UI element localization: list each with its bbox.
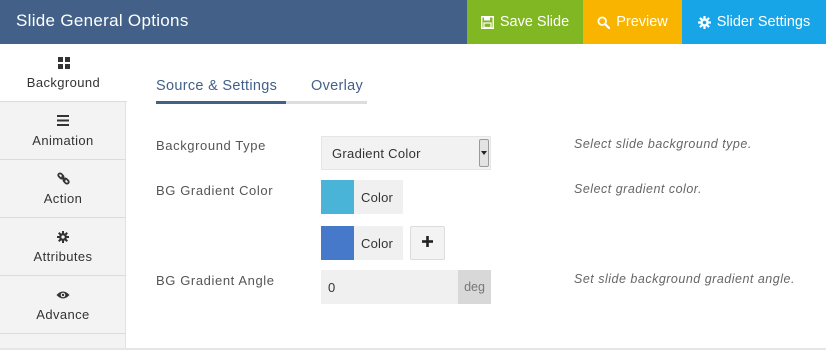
gradient-color-hint: Select gradient color. xyxy=(574,182,702,196)
search-icon xyxy=(597,15,611,29)
color-label: Color xyxy=(361,235,394,251)
background-type-label: Background Type xyxy=(156,138,266,153)
sidebar-item-advance[interactable]: Advance xyxy=(0,276,126,334)
color-label: Color xyxy=(361,189,394,205)
sidebar-item-label: Action xyxy=(43,190,83,206)
tab-source-settings[interactable]: Source & Settings xyxy=(156,78,286,104)
gradient-angle-input[interactable] xyxy=(321,270,458,304)
background-type-select[interactable]: Gradient Color xyxy=(321,136,491,170)
gradient-color-label: BG Gradient Color xyxy=(156,183,274,198)
save-icon xyxy=(480,15,494,29)
sidebar: Background Animation Action Attributes A… xyxy=(0,44,127,350)
color-swatch xyxy=(321,226,354,260)
caret-down-icon xyxy=(479,139,489,167)
background-type-hint: Select slide background type. xyxy=(574,137,752,151)
link-icon xyxy=(56,172,70,186)
list-icon xyxy=(57,114,69,128)
slider-settings-button[interactable]: Slider Settings xyxy=(682,0,826,44)
add-color-button[interactable] xyxy=(410,226,445,260)
color-swatch xyxy=(321,180,354,214)
sidebar-item-animation[interactable]: Animation xyxy=(0,102,126,160)
save-slide-label: Save Slide xyxy=(499,14,570,30)
tab-overlay[interactable]: Overlay xyxy=(286,78,367,104)
eye-icon xyxy=(56,288,70,302)
grid-icon xyxy=(57,56,70,70)
gradient-angle-label: BG Gradient Angle xyxy=(156,273,275,288)
sidebar-item-label: Animation xyxy=(32,132,94,148)
color-picker-2[interactable]: Color xyxy=(321,226,403,260)
plus-icon xyxy=(422,234,433,252)
tab-label: Source & Settings xyxy=(156,78,278,94)
preview-button[interactable]: Preview xyxy=(583,0,682,44)
save-slide-button[interactable]: Save Slide xyxy=(467,0,583,44)
sidebar-item-attributes[interactable]: Attributes xyxy=(0,218,126,276)
sidebar-item-background[interactable]: Background xyxy=(0,44,127,102)
color-picker-1[interactable]: Color xyxy=(321,180,403,214)
sidebar-item-action[interactable]: Action xyxy=(0,160,126,218)
angle-unit: deg xyxy=(458,270,491,304)
gear-icon xyxy=(697,15,711,29)
gear-icon xyxy=(57,230,69,244)
gradient-angle-hint: Set slide background gradient angle. xyxy=(574,272,795,286)
sidebar-item-label: Background xyxy=(26,74,101,90)
slider-settings-label: Slider Settings xyxy=(716,14,811,30)
sidebar-item-label: Advance xyxy=(36,306,90,322)
page-title: Slide General Options xyxy=(16,11,189,30)
background-type-value: Gradient Color xyxy=(332,146,421,161)
tab-label: Overlay xyxy=(311,78,364,94)
preview-label: Preview xyxy=(616,14,668,30)
sidebar-item-label: Attributes xyxy=(33,248,93,264)
top-bar: Slide General Options Save Slide Preview xyxy=(0,0,826,44)
